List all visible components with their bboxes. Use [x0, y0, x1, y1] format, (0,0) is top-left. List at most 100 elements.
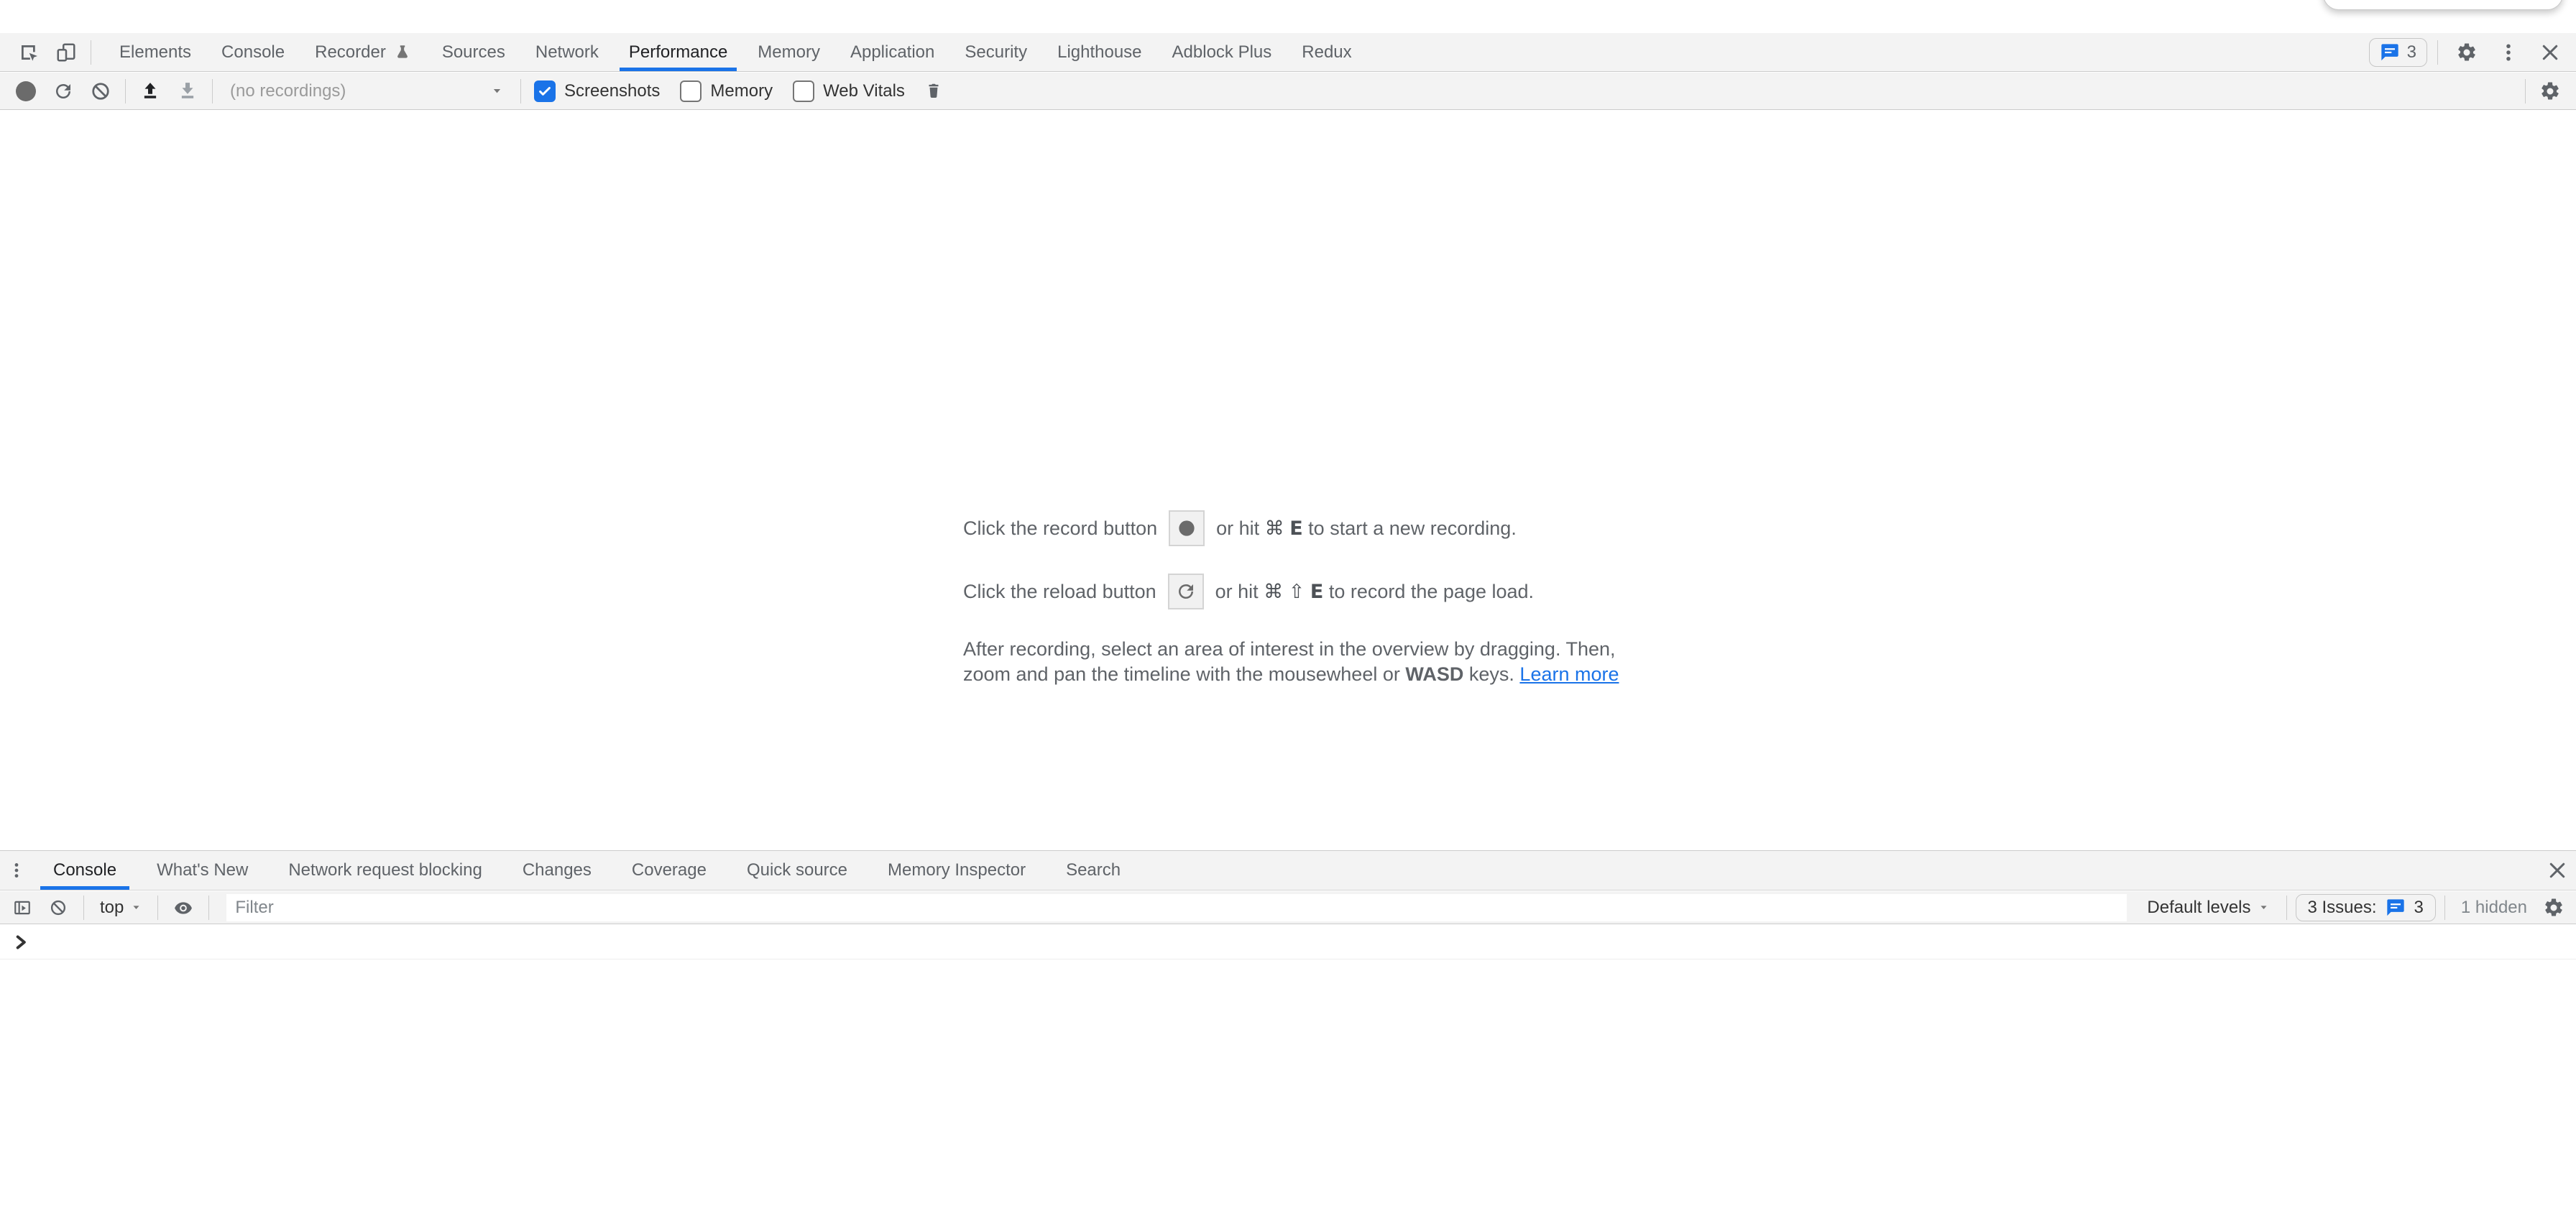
- tab-application[interactable]: Application: [835, 33, 949, 71]
- record-button[interactable]: [7, 73, 45, 109]
- load-profile-button[interactable]: [132, 73, 169, 109]
- clear-console-button[interactable]: [42, 891, 75, 924]
- checkbox-checked-icon: [534, 80, 556, 102]
- check-icon: [537, 83, 553, 99]
- drawer-tab-whats-new[interactable]: What's New: [137, 851, 268, 890]
- wasd-keys-text: WASD: [1405, 663, 1463, 685]
- performance-panel-content: Click the record button or hit ⌘ E to st…: [0, 111, 2576, 850]
- garbage-collect-button[interactable]: [915, 73, 952, 109]
- tab-label: Memory: [758, 42, 820, 63]
- inspect-element-button[interactable]: [10, 33, 47, 71]
- tab-label: Search: [1066, 860, 1121, 880]
- screenshots-checkbox[interactable]: Screenshots: [534, 80, 660, 102]
- capture-settings-button[interactable]: [2531, 73, 2569, 109]
- sidebar-toggle-icon: [13, 898, 32, 917]
- drawer-tab-search[interactable]: Search: [1046, 851, 1141, 890]
- tab-label: Performance: [629, 42, 727, 63]
- tab-label: Network: [535, 42, 599, 63]
- checkbox-label: Memory: [710, 81, 773, 101]
- tab-console[interactable]: Console: [206, 33, 300, 71]
- divider: [157, 896, 158, 920]
- drawer-tabs: Console What's New Network request block…: [33, 851, 2539, 890]
- tabbar-right-icons: 3: [2369, 33, 2576, 71]
- instruction-text: or hit ⌘ ⇧ E to record the page load.: [1215, 581, 1534, 603]
- inspect-cursor-icon: [18, 42, 40, 63]
- console-sidebar-toggle-button[interactable]: [6, 891, 39, 924]
- console-prompt-row[interactable]: [0, 925, 2576, 959]
- tab-label: Memory Inspector: [888, 860, 1026, 880]
- divider: [212, 79, 213, 103]
- console-settings-button[interactable]: [2537, 891, 2570, 924]
- console-toolbar: top Default levels 3 Issues: 3 1 hidden: [0, 891, 2576, 924]
- more-options-button[interactable]: [2490, 33, 2527, 71]
- settings-button[interactable]: [2448, 33, 2485, 71]
- live-expression-button[interactable]: [167, 891, 200, 924]
- shift-key-glyph: ⇧: [1289, 581, 1305, 603]
- checkbox-unchecked-icon: [680, 80, 702, 102]
- tab-performance[interactable]: Performance: [614, 33, 742, 71]
- divider: [208, 896, 209, 920]
- log-levels-select[interactable]: Default levels: [2138, 898, 2277, 918]
- tab-label: Console: [53, 860, 116, 880]
- tab-adblock-plus[interactable]: Adblock Plus: [1157, 33, 1287, 71]
- tab-label: Redux: [1302, 42, 1351, 63]
- gear-icon: [2456, 42, 2478, 63]
- tab-security[interactable]: Security: [949, 33, 1042, 71]
- tabbar-left-icons: [0, 33, 97, 71]
- gear-icon: [2539, 80, 2561, 102]
- tab-memory[interactable]: Memory: [742, 33, 835, 71]
- reload-button-preview: [1168, 574, 1204, 609]
- issues-summary-button[interactable]: 3 Issues: 3: [2296, 894, 2436, 921]
- levels-value: Default levels: [2147, 898, 2250, 918]
- download-arrow-icon: [177, 80, 198, 102]
- tab-network[interactable]: Network: [520, 33, 614, 71]
- tab-lighthouse[interactable]: Lighthouse: [1042, 33, 1156, 71]
- instruction-text: Click the record button: [963, 517, 1157, 540]
- record-and-reload-button[interactable]: [45, 73, 82, 109]
- drawer-more-tabs-button[interactable]: [0, 851, 33, 890]
- record-icon: [1176, 517, 1197, 539]
- drawer-tab-console[interactable]: Console: [33, 851, 137, 890]
- cmd-key-glyph: ⌘: [1264, 581, 1283, 603]
- javascript-context-select[interactable]: top: [93, 898, 149, 918]
- drawer-tab-coverage[interactable]: Coverage: [612, 851, 727, 890]
- tab-elements[interactable]: Elements: [104, 33, 206, 71]
- recordings-select[interactable]: (no recordings): [223, 77, 510, 106]
- block-clear-icon: [90, 80, 111, 102]
- device-toolbar-button[interactable]: [47, 33, 85, 71]
- drawer-tab-network-request-blocking[interactable]: Network request blocking: [268, 851, 502, 890]
- device-toolbar-icon: [55, 42, 77, 63]
- tab-sources[interactable]: Sources: [427, 33, 520, 71]
- drawer-tab-changes[interactable]: Changes: [502, 851, 612, 890]
- console-filter-input[interactable]: [226, 894, 2127, 921]
- issues-chat-icon: [2380, 42, 2400, 63]
- tab-label: What's New: [157, 860, 248, 880]
- divider: [2444, 896, 2445, 920]
- tab-label: Recorder: [315, 42, 386, 63]
- issues-counter-button[interactable]: 3: [2369, 38, 2427, 67]
- tab-label: Sources: [442, 42, 505, 63]
- reload-instruction-row: Click the reload button or hit ⌘ ⇧ E to …: [963, 574, 1619, 609]
- tab-label: Security: [965, 42, 1027, 63]
- record-button-preview: [1169, 510, 1205, 546]
- hidden-messages-count: 1 hidden: [2454, 898, 2534, 918]
- issues-count: 3: [2414, 898, 2424, 918]
- learn-more-link[interactable]: Learn more: [1519, 663, 1619, 685]
- e-key-glyph: E: [1289, 517, 1302, 540]
- web-vitals-checkbox[interactable]: Web Vitals: [793, 80, 905, 102]
- overview-help-paragraph: After recording, select an area of inter…: [963, 637, 1619, 687]
- drawer-tab-quick-source[interactable]: Quick source: [727, 851, 868, 890]
- save-profile-button[interactable]: [169, 73, 206, 109]
- console-empty-area[interactable]: [0, 959, 2576, 1206]
- tab-redux[interactable]: Redux: [1287, 33, 1366, 71]
- close-icon: [2547, 860, 2568, 881]
- tab-recorder[interactable]: Recorder: [300, 33, 427, 71]
- memory-checkbox[interactable]: Memory: [680, 80, 773, 102]
- eye-icon: [174, 898, 193, 917]
- close-devtools-button[interactable]: [2531, 33, 2569, 71]
- drawer-tab-memory-inspector[interactable]: Memory Inspector: [868, 851, 1046, 890]
- close-drawer-button[interactable]: [2539, 851, 2576, 890]
- tab-label: Coverage: [632, 860, 707, 880]
- close-icon: [2539, 42, 2561, 63]
- clear-recording-button[interactable]: [82, 73, 119, 109]
